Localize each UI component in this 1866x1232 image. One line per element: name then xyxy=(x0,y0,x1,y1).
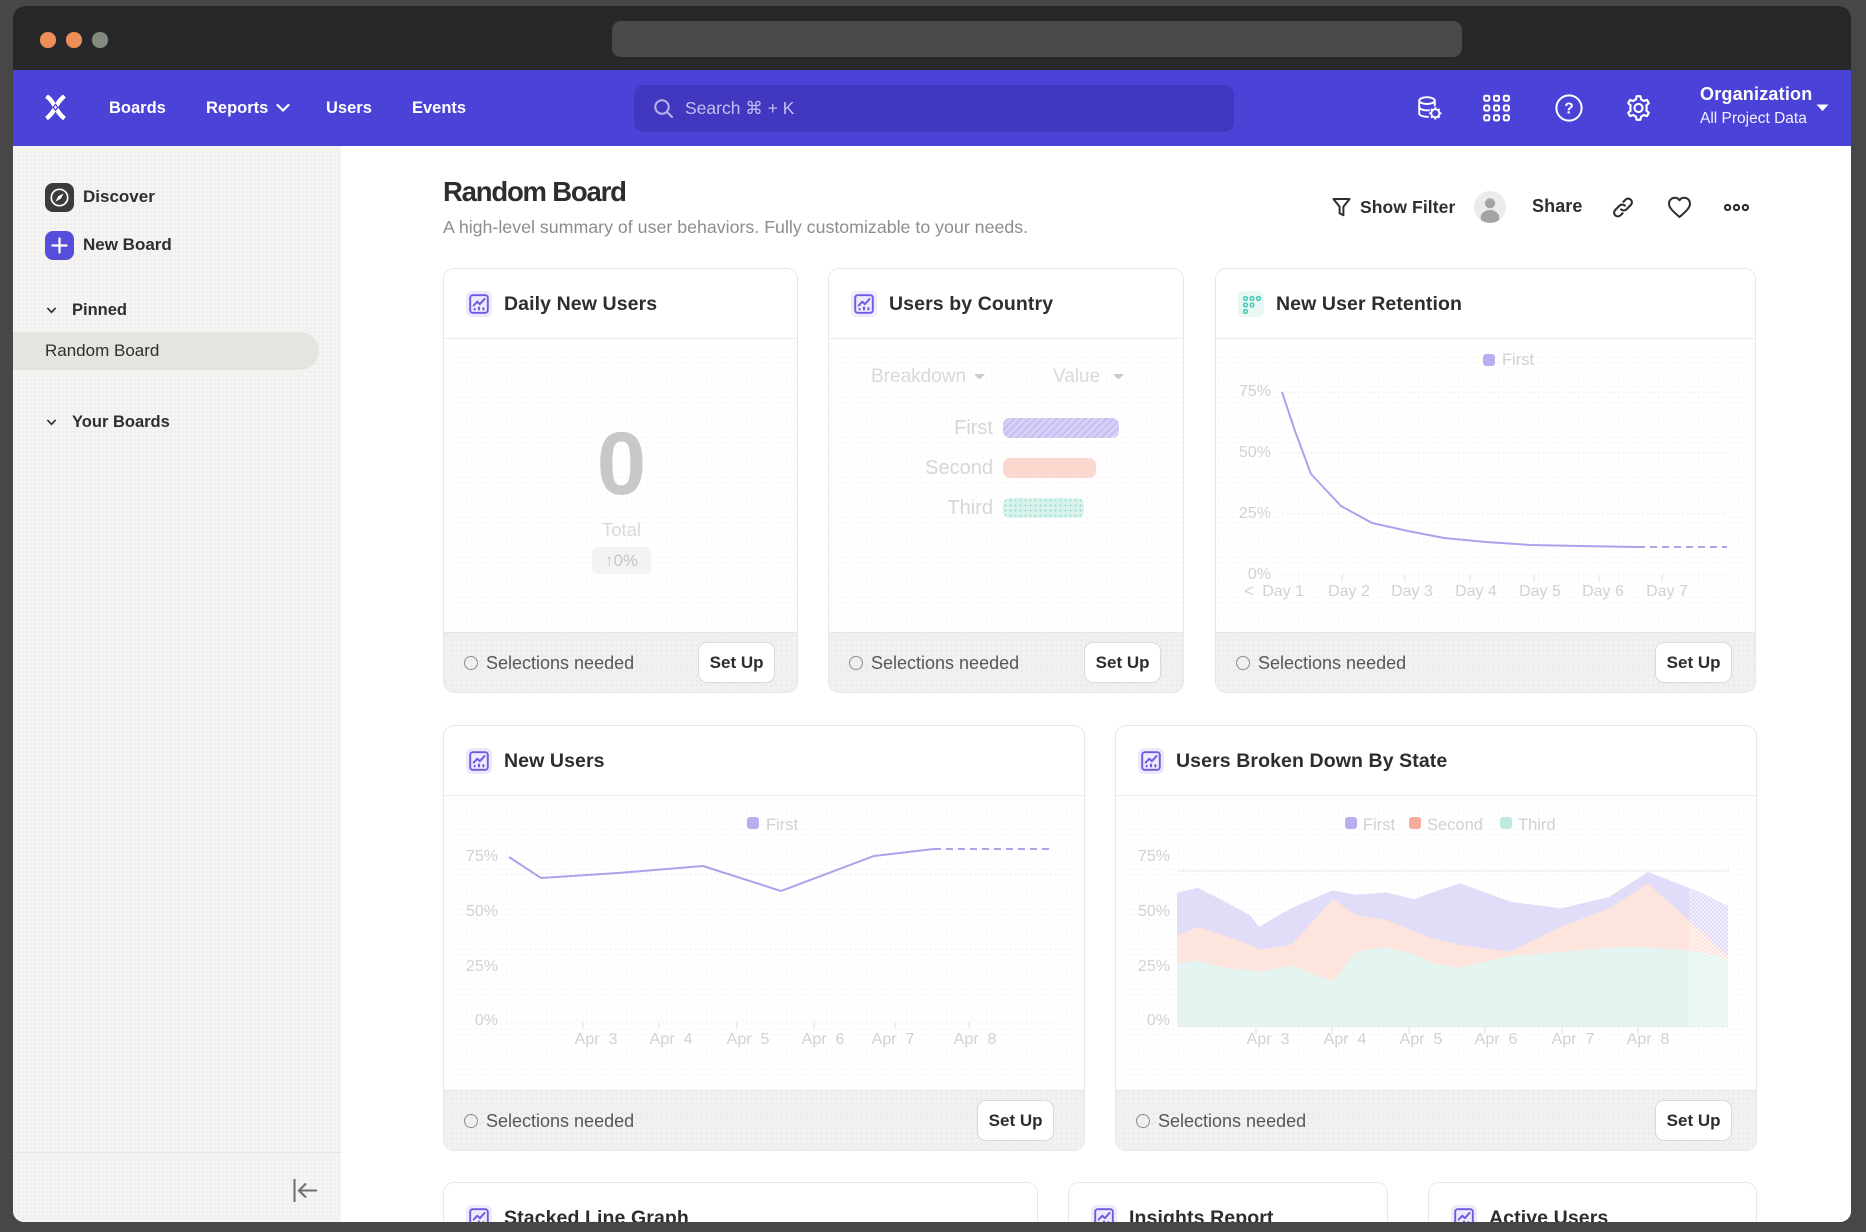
svg-text:?: ? xyxy=(1564,101,1573,118)
